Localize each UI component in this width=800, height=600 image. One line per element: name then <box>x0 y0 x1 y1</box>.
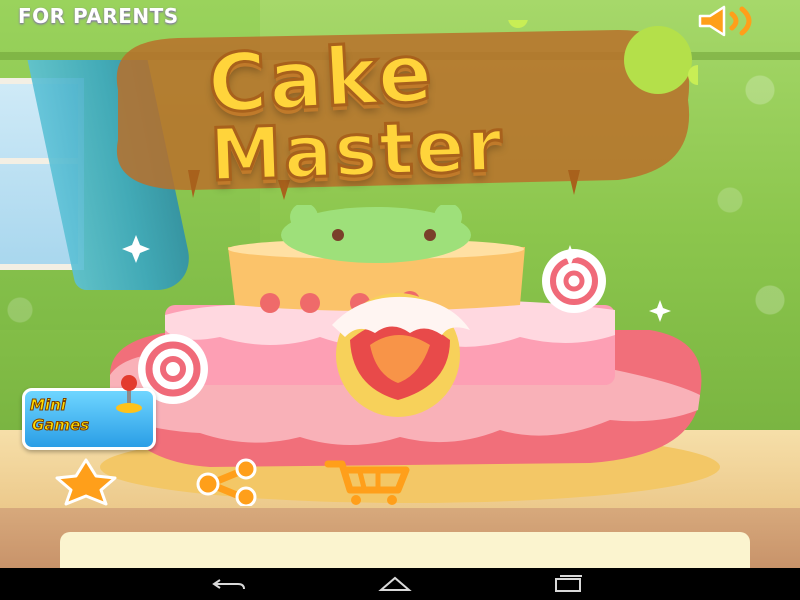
nav-recent-apps-button[interactable] <box>548 574 588 594</box>
star-icon <box>55 458 117 506</box>
speaker-icon <box>698 5 752 37</box>
mini-games-label-line2: Games <box>31 416 90 435</box>
sound-toggle-button[interactable] <box>696 5 778 37</box>
home-icon <box>378 576 412 591</box>
joystick-icon <box>116 375 142 413</box>
rate-button[interactable] <box>40 458 132 506</box>
for-parents-button[interactable]: FOR PARENTS <box>12 3 185 29</box>
shop-button[interactable] <box>322 458 414 506</box>
mini-games-button[interactable]: Mini Games <box>22 375 156 450</box>
game-screen: Cake Master Mini Games FOR PARENTS <box>0 0 800 568</box>
recent-apps-icon <box>555 575 582 592</box>
bottom-panel <box>60 532 750 568</box>
system-navigation-bar <box>0 568 800 600</box>
logo-line-master: Master <box>207 101 507 198</box>
game-logo: Cake Master <box>98 20 698 200</box>
nav-home-button[interactable] <box>375 574 415 594</box>
share-icon <box>196 458 257 508</box>
share-button[interactable] <box>180 458 272 508</box>
back-icon <box>212 579 245 590</box>
cart-icon <box>324 460 410 505</box>
mini-games-label-line1: Mini <box>30 396 67 415</box>
nav-back-button[interactable] <box>210 574 250 594</box>
